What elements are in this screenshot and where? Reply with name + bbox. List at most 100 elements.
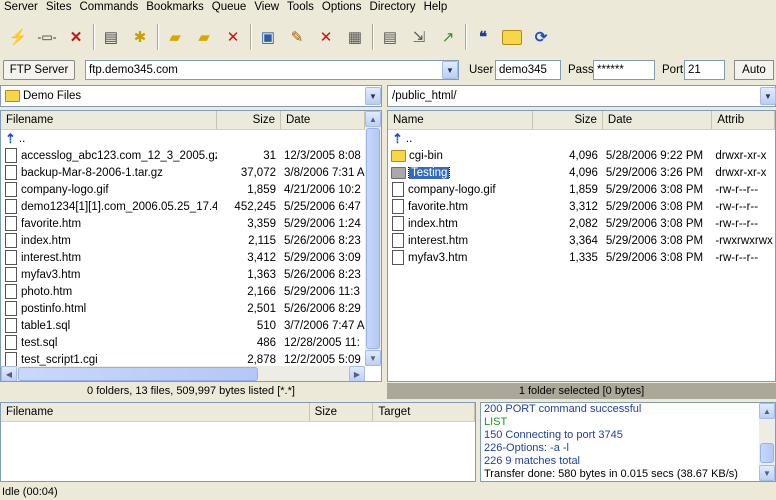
remote-file-list[interactable]: Name Size Date Attrib ⇡.. cgi-bin 4,096 5/2…: [387, 110, 776, 382]
file-row[interactable]: favorite.htm 3,312 5/29/2006 3:08 PM -rw-r-…: [388, 198, 775, 215]
scroll-down-button[interactable]: ▼: [759, 465, 775, 481]
menu-commands[interactable]: Commands: [75, 0, 142, 15]
cancel-icon[interactable]: ✕: [64, 25, 88, 49]
log-lines: 200 PORT command successful LIST 150 Conne…: [481, 403, 759, 481]
transfer-icon[interactable]: ⇲: [407, 25, 431, 49]
file-date: 12/28/2005 11:: [284, 336, 360, 349]
file-row[interactable]: myfav3.htm 1,363 5/26/2006 8:23: [1, 266, 381, 283]
disconnect-icon[interactable]: ⚡: [6, 25, 30, 49]
file-name: myfav3.htm: [408, 251, 468, 264]
local-path-dropdown-button[interactable]: ▼: [365, 87, 381, 105]
file-row[interactable]: index.htm 2,082 5/29/2006 3:08 PM -rw-r--r-…: [388, 215, 775, 232]
menu-options[interactable]: Options: [318, 0, 366, 15]
file-row[interactable]: backup-Mar-8-2006-1.tar.gz 37,072 3/8/2006…: [1, 164, 381, 181]
queue-list[interactable]: Filename Size Target: [0, 402, 476, 482]
scroll-down-button[interactable]: ▼: [365, 350, 381, 366]
file-row[interactable]: favorite.htm 3,359 5/29/2006 1:24: [1, 215, 381, 232]
scroll-up-button[interactable]: ▲: [365, 111, 381, 127]
file-row[interactable]: interest.htm 3,412 5/29/2006 3:09: [1, 249, 381, 266]
file-row[interactable]: company-logo.gif 1,859 4/21/2006 10:2: [1, 181, 381, 198]
chart-icon[interactable]: ↗: [436, 25, 460, 49]
file-row[interactable]: postinfo.html 2,501 5/26/2006 8:29: [1, 300, 381, 317]
scroll-right-button[interactable]: ▶: [349, 366, 365, 381]
file-row[interactable]: cgi-bin 4,096 5/28/2006 9:22 PM drwxr-xr-x: [388, 147, 775, 164]
folder-delete-icon[interactable]: ✕: [221, 25, 245, 49]
menu-bookmarks[interactable]: Bookmarks: [142, 0, 208, 15]
file-size: 1,363: [247, 268, 276, 281]
file-row[interactable]: photo.htm 2,166 5/29/2006 11:3: [1, 283, 381, 300]
local-header-date[interactable]: Date: [281, 111, 365, 129]
file-row[interactable]: demo1234[1][1].com_2006.05.25_17.46 452,2…: [1, 198, 381, 215]
file-attrib: -rw-r--r--: [715, 251, 759, 264]
file-row[interactable]: accesslog_abc123.com_12_3_2005.gz 31 12/3/…: [1, 147, 381, 164]
log-pane[interactable]: 200 PORT command successful LIST 150 Conne…: [480, 402, 776, 482]
menu-view[interactable]: View: [250, 0, 283, 15]
menu-sites[interactable]: Sites: [42, 0, 76, 15]
file-date: 5/29/2006 3:08 PM: [605, 234, 704, 247]
quote-icon[interactable]: ❝: [471, 25, 495, 49]
file-row[interactable]: table1.sql 510 3/7/2006 7:47 A: [1, 317, 381, 334]
scroll-up-button[interactable]: ▲: [759, 403, 775, 419]
menu-queue[interactable]: Queue: [208, 0, 251, 15]
user-label: User: [469, 64, 494, 76]
host-input[interactable]: ftp.demo345.com: [85, 60, 459, 80]
user-input[interactable]: demo345: [495, 60, 561, 80]
file-row[interactable]: Testing 4,096 5/29/2006 3:26 PM drwxr-xr-x: [388, 164, 775, 181]
remote-header-date[interactable]: Date: [603, 111, 713, 129]
local-horizontal-scrollbar[interactable]: ◀ ▶: [1, 366, 365, 381]
properties-icon[interactable]: ▦: [343, 25, 367, 49]
site-manager-icon[interactable]: ▤: [99, 25, 123, 49]
remote-path-select[interactable]: /public_html/ ▼: [387, 85, 776, 107]
password-input[interactable]: ******: [593, 60, 655, 80]
edit-icon[interactable]: ✎: [285, 25, 309, 49]
port-input[interactable]: 21: [684, 60, 725, 80]
remote-header-attrib[interactable]: Attrib: [712, 111, 775, 129]
file-attrib: -rwxrwxrwx: [715, 234, 773, 247]
queue-header-target[interactable]: Target: [373, 403, 475, 421]
delete-icon[interactable]: ✕: [314, 25, 338, 49]
local-header-size[interactable]: Size: [217, 111, 281, 129]
auto-button[interactable]: Auto: [734, 60, 774, 80]
log-line: 226-Options: -a -l: [484, 442, 569, 454]
local-vertical-scrollbar[interactable]: ▲ ▼: [365, 111, 381, 366]
queue-header-filename[interactable]: Filename: [1, 403, 310, 421]
gear-icon[interactable]: ✱: [128, 25, 152, 49]
menu-help[interactable]: Help: [420, 0, 452, 15]
file-row[interactable]: test.sql 486 12/28/2005 11:: [1, 334, 381, 351]
scroll-thumb[interactable]: [18, 367, 258, 381]
view-icon[interactable]: ▣: [256, 25, 280, 49]
remote-header-size[interactable]: Size: [533, 111, 603, 129]
file-row[interactable]: myfav3.htm 1,335 5/29/2006 3:08 PM -rw-r--r…: [388, 249, 775, 266]
remote-status: 1 folder selected [0 bytes]: [387, 383, 776, 399]
folder-download-icon[interactable]: ▰: [192, 25, 216, 49]
scroll-thumb[interactable]: [760, 443, 774, 463]
folder-upload-icon[interactable]: ▰: [163, 25, 187, 49]
file-row[interactable]: ⇡..: [1, 130, 381, 147]
connect-icon[interactable]: -▭-: [35, 25, 59, 49]
host-dropdown-button[interactable]: ▼: [442, 61, 458, 79]
file-name: cgi-bin: [409, 149, 443, 162]
local-file-list[interactable]: Filename Size Date ⇡.. accesslog_abc123.c…: [0, 110, 382, 382]
queue-header-size[interactable]: Size: [310, 403, 374, 421]
file-row[interactable]: index.htm 2,115 5/26/2006 8:23: [1, 232, 381, 249]
refresh-icon[interactable]: ⟳: [529, 25, 553, 49]
remote-path-dropdown-button[interactable]: ▼: [760, 87, 776, 105]
scroll-left-button[interactable]: ◀: [1, 366, 17, 381]
file-date: 5/26/2006 8:23: [284, 234, 361, 247]
file-name: ..: [18, 132, 26, 145]
file-row[interactable]: interest.htm 3,364 5/29/2006 3:08 PM -rwxrw…: [388, 232, 775, 249]
local-path-select[interactable]: Demo Files ▼: [0, 85, 382, 107]
file-row[interactable]: company-logo.gif 1,859 5/29/2006 3:08 PM -r…: [388, 181, 775, 198]
remote-header-name[interactable]: Name: [388, 111, 534, 129]
log-vertical-scrollbar[interactable]: ▲ ▼: [759, 403, 775, 481]
ftp-server-button[interactable]: FTP Server: [3, 60, 75, 80]
file-row[interactable]: ⇡..: [388, 130, 775, 147]
local-header-filename[interactable]: Filename: [1, 111, 217, 129]
folder-icon[interactable]: [500, 25, 524, 49]
queue-icon[interactable]: ▤: [378, 25, 402, 49]
file-name: test.sql: [21, 336, 58, 349]
scroll-thumb[interactable]: [366, 128, 380, 349]
menu-directory[interactable]: Directory: [366, 0, 420, 15]
menu-server[interactable]: Server: [0, 0, 42, 15]
menu-tools[interactable]: Tools: [283, 0, 318, 15]
